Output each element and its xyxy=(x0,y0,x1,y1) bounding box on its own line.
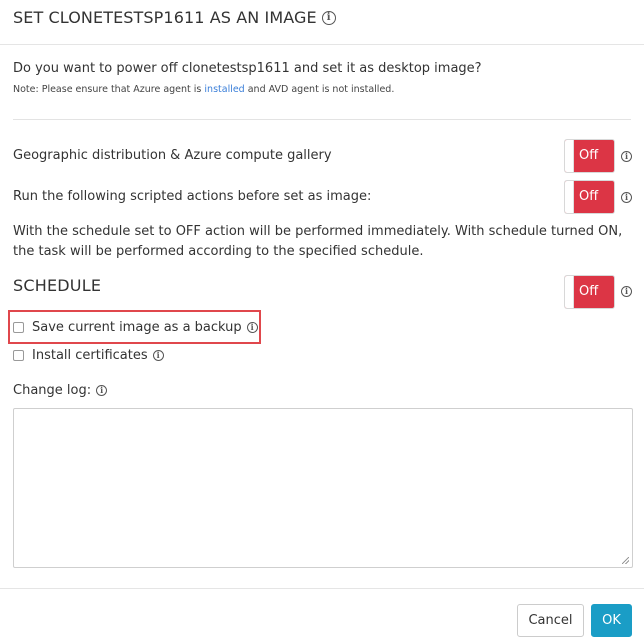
dialog-header: SET CLONETESTSP1611 AS AN IMAGE i xyxy=(0,0,644,45)
toggle-state: Off xyxy=(579,284,599,299)
toggle-state: Off xyxy=(579,189,599,204)
confirm-question: Do you want to power off clonetestsp1611… xyxy=(13,61,482,76)
scripted-actions-label: Run the following scripted actions befor… xyxy=(13,189,372,204)
dialog-title: SET CLONETESTSP1611 AS AN IMAGE xyxy=(13,8,317,27)
installed-link[interactable]: installed xyxy=(204,84,244,95)
toggle-knob xyxy=(565,276,574,308)
dialog-title-row: SET CLONETESTSP1611 AS AN IMAGE i xyxy=(13,8,336,27)
info-icon[interactable]: i xyxy=(621,192,632,203)
info-icon[interactable]: i xyxy=(246,322,258,333)
geo-distribution-toggle[interactable]: Off xyxy=(564,139,615,173)
footer-divider xyxy=(0,588,644,589)
certificates-checkbox-row[interactable]: Install certificates i xyxy=(13,348,164,363)
info-icon[interactable]: i xyxy=(621,286,632,297)
toggle-knob xyxy=(565,181,574,213)
certificates-checkbox[interactable] xyxy=(13,350,24,361)
changelog-label-row: Change log: i xyxy=(13,383,108,398)
schedule-toggle[interactable]: Off xyxy=(564,275,615,309)
toggle-state: Off xyxy=(579,148,599,163)
certificates-checkbox-label[interactable]: Install certificates xyxy=(32,348,148,363)
info-icon[interactable]: i xyxy=(621,151,632,162)
note-prefix: Note: Please ensure that Azure agent is xyxy=(13,84,205,95)
toggle-knob xyxy=(565,140,574,172)
changelog-label: Change log: xyxy=(13,383,92,398)
info-icon[interactable]: i xyxy=(152,350,164,361)
agent-note: Note: Please ensure that Azure agent is … xyxy=(13,84,394,95)
divider xyxy=(13,119,631,120)
backup-checkbox-row[interactable]: Save current image as a backup i xyxy=(13,320,258,335)
cancel-button[interactable]: Cancel xyxy=(517,604,584,637)
ok-button[interactable]: OK xyxy=(591,604,632,637)
note-suffix: and AVD agent is not installed. xyxy=(244,84,395,95)
info-icon[interactable]: i xyxy=(96,385,108,396)
schedule-heading: SCHEDULE xyxy=(13,276,102,295)
scripted-actions-toggle[interactable]: Off xyxy=(564,180,615,214)
backup-checkbox[interactable] xyxy=(13,322,24,333)
schedule-note: With the schedule set to OFF action will… xyxy=(13,224,623,259)
resize-handle-icon[interactable] xyxy=(622,557,629,564)
geo-distribution-label: Geographic distribution & Azure compute … xyxy=(13,148,332,163)
info-icon[interactable]: i xyxy=(321,10,336,25)
backup-checkbox-label[interactable]: Save current image as a backup xyxy=(32,320,242,335)
changelog-textarea[interactable] xyxy=(13,408,633,568)
